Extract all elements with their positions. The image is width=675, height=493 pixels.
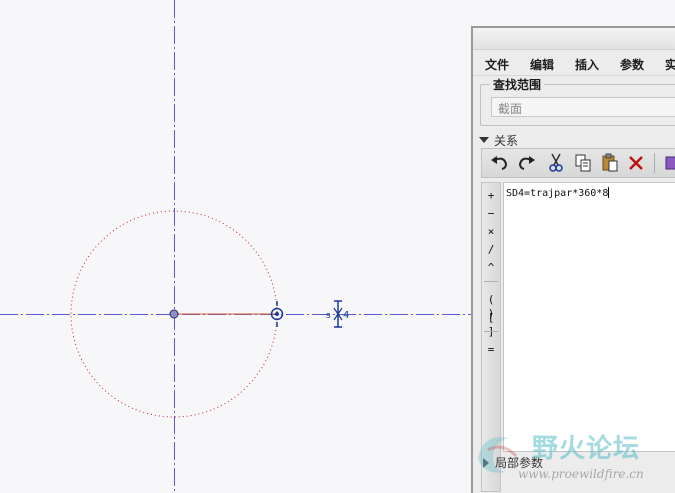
dialog-titlebar[interactable]: [473, 28, 675, 50]
relations-dialog: 文件 编辑 插入 参数 实 查找范围 截面 关系 + − × / ^ () […: [471, 26, 675, 493]
scope-legend: 查找范围: [490, 76, 545, 93]
relations-section-header[interactable]: 关系: [479, 132, 518, 148]
center-point: [169, 309, 179, 319]
operator-separator: [484, 281, 498, 282]
menu-edit[interactable]: 编辑: [530, 56, 554, 73]
text-cursor: [608, 187, 610, 198]
scope-group: 查找范围 截面: [480, 76, 675, 126]
toolbar-separator: [654, 153, 655, 173]
menu-bar: 文件 编辑 插入 参数 实: [473, 52, 675, 76]
operator-multiply-button[interactable]: ×: [482, 225, 500, 239]
menu-utilities[interactable]: 实: [665, 56, 675, 73]
verify-icon[interactable]: [660, 151, 675, 175]
undo-icon[interactable]: [488, 151, 512, 175]
cut-icon[interactable]: [544, 151, 568, 175]
menu-parameters[interactable]: 参数: [620, 56, 644, 73]
local-parameters-label: 局部参数: [495, 456, 544, 470]
relation-editor[interactable]: SD4=trajpar*360*8: [503, 182, 675, 452]
paste-icon[interactable]: [598, 151, 622, 175]
delete-icon[interactable]: [624, 151, 648, 175]
menu-file[interactable]: 文件: [485, 56, 509, 73]
operator-divide-button[interactable]: /: [482, 243, 500, 257]
operator-brackets-button[interactable]: [ ]: [482, 311, 500, 338]
dimension-symbol[interactable]: s 4: [326, 300, 349, 328]
operator-column: + − × / ^ ( ) [ ] =: [481, 182, 501, 492]
operator-separator: [484, 331, 498, 332]
relations-label: 关系: [494, 134, 519, 148]
redo-icon[interactable]: [514, 151, 538, 175]
expand-triangle-icon: [483, 458, 489, 468]
dimension-label: 4: [343, 310, 349, 321]
relation-text: SD4=trajpar*360*8: [506, 188, 609, 199]
operator-plus-button[interactable]: +: [482, 189, 500, 203]
relations-toolbar: [481, 148, 675, 178]
scope-select[interactable]: 截面: [491, 97, 675, 117]
operator-parentheses-button[interactable]: ( ): [482, 293, 500, 320]
menu-insert[interactable]: 插入: [575, 56, 599, 73]
dimension-prefix: s: [326, 311, 331, 321]
collapse-triangle-icon: [479, 137, 489, 143]
copy-icon[interactable]: [571, 151, 595, 175]
operator-minus-button[interactable]: −: [482, 207, 500, 221]
operator-power-button[interactable]: ^: [482, 261, 500, 275]
local-parameters-header[interactable]: 局部参数: [483, 454, 543, 470]
screen: s 4 文件 编辑 插入 参数 实 查找范围 截面 关系 + − × / ^ (…: [0, 0, 675, 493]
endpoint-dot: [275, 312, 279, 316]
operator-equals-button[interactable]: =: [482, 343, 500, 357]
